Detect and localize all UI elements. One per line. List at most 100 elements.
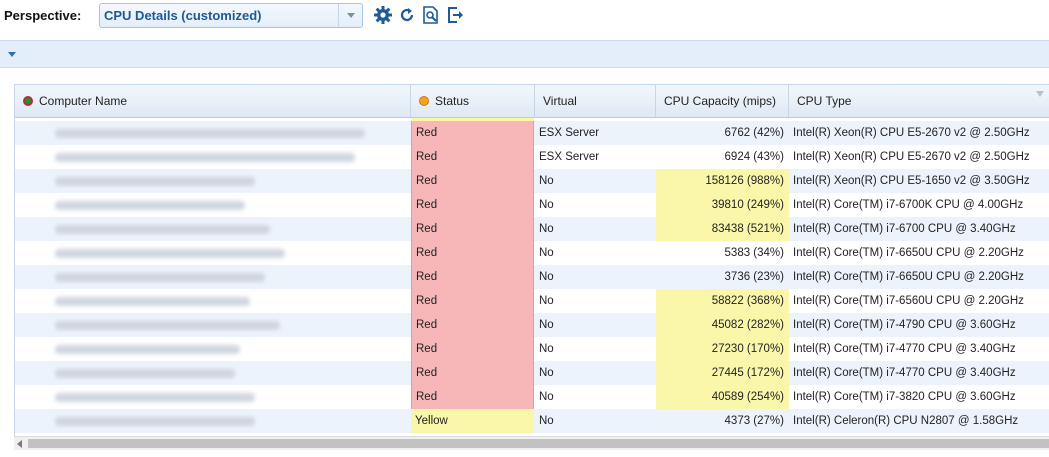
cell-virtual: No [539, 271, 554, 283]
redacted-name [55, 273, 265, 282]
table-row[interactable]: Yellow No 4373 (27%) Intel(R) Celeron(R) CP… [15, 409, 1049, 433]
cell-status: Red [411, 289, 534, 313]
cell-computer-name [15, 313, 411, 337]
column-header-cpu-capacity[interactable]: CPU Capacity (mips) [656, 85, 789, 117]
redacted-name [55, 321, 280, 330]
column-header-status[interactable]: Status [411, 85, 535, 117]
cell-status: Red [411, 169, 534, 193]
cell-computer-name [15, 121, 411, 145]
perspective-label: Perspective: [4, 8, 82, 23]
column-header-cpu-type[interactable]: CPU Type [789, 85, 1049, 117]
refresh-icon[interactable] [397, 5, 417, 25]
status-dot-icon [419, 96, 429, 106]
cell-cpu-capacity: 83438 (521%) [656, 217, 789, 241]
redacted-name [55, 345, 240, 354]
cell-virtual: No [539, 247, 554, 259]
cell-virtual: No [539, 175, 554, 187]
scroll-left-icon[interactable] [17, 440, 22, 448]
table-row[interactable]: Red No 40589 (254%) Intel(R) Core(TM) i7-38… [15, 385, 1049, 409]
toolbar: Perspective: CPU Details (customized) [0, 0, 1049, 34]
column-header-computer-name[interactable]: Computer Name [15, 85, 411, 117]
table-row[interactable]: Red No 158126 (988%) Intel(R) Xeon(R) CPU E… [15, 169, 1049, 193]
cell-status: Red [411, 361, 534, 385]
redacted-name [55, 129, 365, 138]
cell-computer-name [15, 265, 411, 289]
table-row[interactable]: Red No 27230 (170%) Intel(R) Core(TM) i7-47… [15, 337, 1049, 361]
cell-cpu-type: Intel(R) Core(TM) i7-3820 CPU @ 3.60GHz [793, 391, 1016, 403]
column-label: CPU Type [797, 94, 852, 108]
cell-virtual: No [539, 295, 554, 307]
column-label: CPU Capacity (mips) [664, 94, 777, 108]
redacted-name [55, 369, 235, 378]
table-row[interactable]: Red No 27445 (172%) Intel(R) Core(TM) i7-47… [15, 361, 1049, 385]
redacted-name [55, 177, 255, 186]
cell-status: Red [411, 145, 534, 169]
cell-cpu-type: Intel(R) Xeon(R) CPU E5-2670 v2 @ 2.50GH… [793, 151, 1030, 163]
table-row[interactable]: Red No 5383 (34%) Intel(R) Core(TM) i7-6650… [15, 241, 1049, 265]
redacted-name [55, 297, 250, 306]
redacted-name [55, 249, 285, 258]
cell-computer-name [15, 241, 411, 265]
status-dot-icon [23, 96, 33, 106]
column-label: Computer Name [39, 94, 128, 108]
gear-icon[interactable] [373, 5, 393, 25]
cell-cpu-type: Intel(R) Core(TM) i7-4790 CPU @ 3.60GHz [793, 319, 1016, 331]
cell-computer-name [15, 409, 411, 433]
cell-computer-name [15, 169, 411, 193]
search-document-icon[interactable] [421, 5, 441, 25]
cell-status: Red [411, 241, 534, 265]
cell-cpu-capacity: 6924 (43%) [724, 151, 784, 163]
chevron-down-icon[interactable] [338, 4, 362, 27]
table-row[interactable]: Red No 39810 (249%) Intel(R) Core(TM) i7-67… [15, 193, 1049, 217]
cell-cpu-type: Intel(R) Core(TM) i7-4770 CPU @ 3.40GHz [793, 343, 1016, 355]
cell-status: Red [411, 265, 534, 289]
cell-computer-name [15, 361, 411, 385]
cell-status: Red [411, 313, 534, 337]
cell-computer-name [15, 385, 411, 409]
cell-cpu-capacity: 40589 (254%) [656, 385, 789, 409]
table-row[interactable]: Red ESX Server 6924 (43%) Intel(R) Xeon(R) … [15, 145, 1049, 169]
cell-computer-name [15, 289, 411, 313]
cell-cpu-type: Intel(R) Core(TM) i7-6560U CPU @ 2.20GHz [793, 295, 1024, 307]
column-label: Status [435, 94, 470, 108]
cell-cpu-type: Intel(R) Xeon(R) CPU E5-1650 v2 @ 3.50GH… [793, 175, 1030, 187]
table-row[interactable]: Red No 83438 (521%) Intel(R) Core(TM) i7-67… [15, 217, 1049, 241]
redacted-name [55, 153, 355, 162]
table-row[interactable]: Red ESX Server 6762 (42%) Intel(R) Xeon(R) … [15, 121, 1049, 145]
cell-computer-name [15, 217, 411, 241]
cell-status: Red [411, 121, 534, 145]
cell-cpu-type: Intel(R) Core(TM) i7-6700 CPU @ 3.40GHz [793, 223, 1016, 235]
cell-cpu-capacity: 5383 (34%) [724, 247, 784, 259]
cell-cpu-type: Intel(R) Celeron(R) CPU N2807 @ 1.58GHz [793, 415, 1019, 427]
column-menu-icon[interactable] [1036, 91, 1044, 97]
redacted-name [55, 225, 270, 234]
cell-virtual: No [539, 199, 554, 211]
cell-virtual: No [539, 343, 554, 355]
column-label: Virtual [543, 94, 577, 108]
cell-cpu-capacity: 6762 (42%) [724, 127, 784, 139]
filter-bar [0, 40, 1049, 68]
cell-status: Red [411, 385, 534, 409]
expand-caret-icon[interactable] [8, 52, 16, 57]
cell-virtual: No [539, 223, 554, 235]
cell-cpu-capacity: 58822 (368%) [656, 289, 789, 313]
grid-header: Computer Name Status Virtual CPU Capacit… [15, 85, 1049, 118]
scrollbar-thumb[interactable] [28, 439, 1049, 448]
cell-cpu-type: Intel(R) Core(TM) i7-6650U CPU @ 2.20GHz [793, 271, 1024, 283]
cell-virtual: No [539, 415, 554, 427]
table-row[interactable]: Red No 58822 (368%) Intel(R) Core(TM) i7-65… [15, 289, 1049, 313]
column-header-virtual[interactable]: Virtual [535, 85, 656, 117]
perspective-value: CPU Details (customized) [104, 8, 262, 23]
cell-cpu-capacity: 27230 (170%) [656, 337, 789, 361]
cell-computer-name [15, 337, 411, 361]
perspective-select[interactable]: CPU Details (customized) [99, 3, 363, 28]
cell-computer-name [15, 193, 411, 217]
cell-virtual: ESX Server [539, 127, 600, 139]
export-icon[interactable] [446, 5, 466, 25]
table-row[interactable]: Red No 3736 (23%) Intel(R) Core(TM) i7-6650… [15, 265, 1049, 289]
data-grid: Computer Name Status Virtual CPU Capacit… [14, 84, 1049, 450]
cell-virtual: No [539, 367, 554, 379]
horizontal-scrollbar[interactable] [14, 436, 1049, 450]
redacted-name [55, 201, 245, 210]
table-row[interactable]: Red No 45082 (282%) Intel(R) Core(TM) i7-47… [15, 313, 1049, 337]
